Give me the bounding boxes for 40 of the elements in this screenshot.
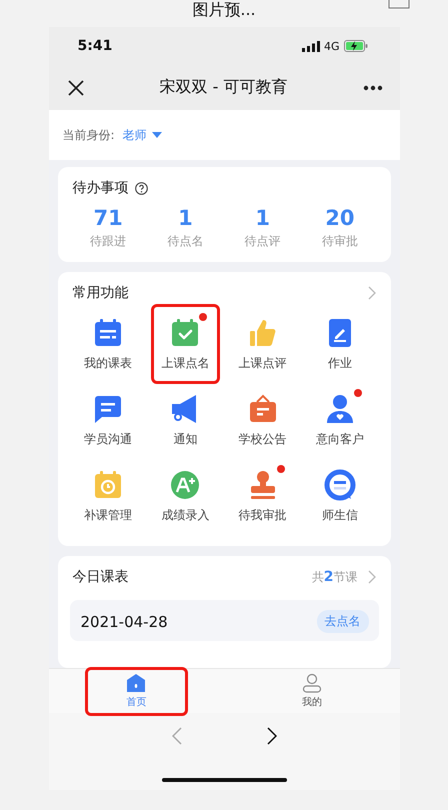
caret-icon <box>152 132 162 138</box>
help-icon <box>134 182 148 194</box>
todo-stat[interactable]: 71 待跟进 <box>70 205 147 250</box>
todo-stat[interactable]: 1 待点名 <box>146 205 224 250</box>
signal-icon <box>302 40 320 52</box>
tab[interactable]: 首页 <box>126 673 146 709</box>
function-item[interactable]: 上课点名 <box>161 316 210 372</box>
network-label: 4G <box>324 40 340 52</box>
message-circle-icon <box>322 468 357 502</box>
home-icon <box>126 673 146 693</box>
role-dropdown[interactable]: 老师 <box>122 126 162 144</box>
function-item[interactable]: 通知 <box>168 392 202 448</box>
function-item[interactable]: 待我审批 <box>238 468 287 524</box>
todo-stat[interactable]: 1 待点评 <box>224 205 302 250</box>
section-title: 常用功能 <box>72 284 128 302</box>
lesson-date: 2021-04-28 <box>80 613 168 633</box>
close-icon[interactable] <box>68 80 84 96</box>
window-title: 图片预... <box>192 0 256 20</box>
window-icon <box>388 0 412 10</box>
identity-label: 当前身份: <box>62 126 115 144</box>
status-time: 5:41 <box>78 38 112 54</box>
battery-charging-icon <box>344 40 368 52</box>
function-item[interactable]: 学校公告 <box>238 392 287 448</box>
function-item[interactable]: 成绩录入 <box>161 468 210 524</box>
more-icon[interactable] <box>363 84 384 90</box>
function-item[interactable]: 补课管理 <box>84 468 132 524</box>
function-item[interactable]: 学员沟通 <box>84 392 132 448</box>
function-item[interactable]: 作业 <box>322 316 357 372</box>
page-title: 宋双双 - 可可教育 <box>160 77 288 98</box>
section-title: 今日课表 <box>72 568 128 586</box>
section-title: 待办事项 <box>72 179 128 197</box>
user-icon <box>302 673 322 693</box>
function-item[interactable]: 意向客户 <box>316 392 364 448</box>
todo-stat[interactable]: 20 待审批 <box>301 205 378 250</box>
lesson-count: 共2节课 <box>312 568 358 586</box>
function-item[interactable]: 上课点评 <box>238 316 287 372</box>
function-item[interactable]: 师生信 <box>322 468 358 524</box>
lesson-card[interactable]: 2021-04-28 去点名 <box>70 600 378 641</box>
tab[interactable]: 我的 <box>302 673 322 709</box>
function-item[interactable]: 我的课表 <box>84 316 132 372</box>
